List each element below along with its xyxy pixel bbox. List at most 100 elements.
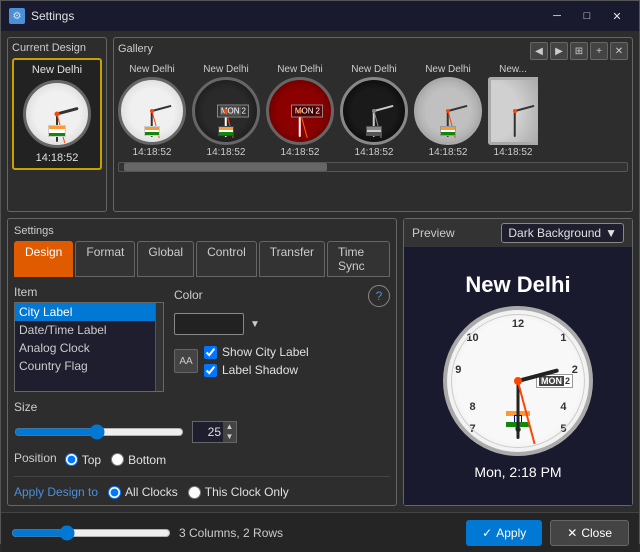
gallery-add-button[interactable]: +: [590, 42, 608, 60]
current-design-name: New Delhi: [32, 64, 82, 76]
size-decrement-button[interactable]: ▼: [223, 432, 236, 442]
list-item[interactable]: Date/Time Label: [15, 321, 155, 339]
help-button[interactable]: ?: [368, 285, 390, 307]
gallery-clock-silver: [414, 77, 482, 145]
scrollbar-thumb: [124, 163, 327, 171]
list-item[interactable]: New... 14:18:52: [488, 64, 538, 158]
preview-city-name: New Delhi: [465, 272, 570, 298]
show-city-checkbox[interactable]: [204, 346, 217, 359]
current-design-label: Current Design: [12, 42, 102, 54]
list-item[interactable]: New Delhi MON2 14:18:52: [266, 64, 334, 158]
all-clocks-radio[interactable]: [108, 486, 121, 499]
position-top-label: Top: [82, 453, 101, 467]
bottom-buttons: ✓ Apply ✕ Close: [466, 520, 629, 546]
settings-content: Item City Label Date/Time Label Analog C…: [14, 285, 390, 499]
item-label: Item: [14, 285, 164, 299]
settings-tabs: Design Format Global Control Transfer Ti…: [14, 241, 390, 277]
gallery-scrollbar[interactable]: [118, 162, 628, 172]
color-swatch[interactable]: [174, 313, 244, 335]
list-item[interactable]: New Delhi MON2: [192, 64, 260, 158]
item-listbox[interactable]: City Label Date/Time Label Analog Clock …: [14, 302, 164, 392]
preview-panel: Preview Dark Background ▼ New Delhi 12 1…: [403, 218, 633, 506]
gallery-items: New Delhi 14:18:52: [118, 64, 628, 158]
background-option: Dark Background: [508, 226, 601, 240]
preview-clock: 12 1 2 4 6 8 9 10 7 5: [443, 306, 593, 456]
gallery-nav: ◀ ▶ ⊞ + ✕: [530, 42, 628, 60]
position-top-option[interactable]: Top: [65, 453, 101, 467]
aa-button[interactable]: AA: [174, 349, 198, 373]
title-bar-left: ⚙ Settings: [9, 8, 74, 24]
tab-design[interactable]: Design: [14, 241, 73, 277]
gallery-item-name: New Delhi: [351, 64, 397, 75]
item-color-row: Item City Label Date/Time Label Analog C…: [14, 285, 390, 392]
position-bottom-radio[interactable]: [111, 453, 124, 466]
size-row: 25 ▲ ▼: [14, 421, 390, 443]
tab-global[interactable]: Global: [137, 241, 194, 277]
apply-design-label: Apply Design to: [14, 485, 98, 499]
size-section: Size 25 ▲ ▼: [14, 400, 390, 443]
columns-rows-info: 3 Columns, 2 Rows: [179, 526, 283, 540]
gallery-grid-button[interactable]: ⊞: [570, 42, 588, 60]
current-design-clock[interactable]: [23, 80, 91, 148]
columns-slider[interactable]: [11, 525, 171, 541]
color-row: ▼: [174, 313, 390, 335]
close-window-button[interactable]: ✕: [603, 6, 631, 26]
color-label: Color: [174, 288, 203, 302]
this-clock-option[interactable]: This Clock Only: [188, 485, 289, 499]
gallery-prev-button[interactable]: ◀: [530, 42, 548, 60]
minimize-button[interactable]: ─: [543, 6, 571, 26]
apply-check-icon: ✓: [482, 526, 492, 540]
background-dropdown-arrow: ▼: [605, 226, 617, 240]
close-button[interactable]: ✕ Close: [550, 520, 629, 546]
gallery-clock-red: MON2: [266, 77, 334, 145]
size-slider[interactable]: [14, 424, 184, 440]
gallery-item-time: 14:18:52: [494, 147, 533, 158]
preview-content: New Delhi 12 1 2 4 6 8 9 10: [404, 247, 632, 505]
listbox-scrollbar[interactable]: [155, 303, 163, 391]
tab-transfer[interactable]: Transfer: [259, 241, 325, 277]
size-spin-buttons: ▲ ▼: [223, 422, 236, 442]
preview-time: Mon, 2:18 PM: [474, 464, 561, 480]
main-content: Current Design New Delhi 1: [1, 31, 639, 512]
maximize-button[interactable]: □: [573, 6, 601, 26]
preview-header: Preview Dark Background ▼: [404, 219, 632, 247]
this-clock-radio[interactable]: [188, 486, 201, 499]
position-bottom-option[interactable]: Bottom: [111, 453, 166, 467]
label-shadow-checkbox[interactable]: [204, 364, 217, 377]
close-x-icon: ✕: [567, 526, 577, 540]
close-label: Close: [581, 526, 612, 540]
gallery-item-name: New Delhi: [425, 64, 471, 75]
gallery-item-name: New Delhi: [129, 64, 175, 75]
tab-timesync[interactable]: Time Sync: [327, 241, 390, 277]
size-input[interactable]: 25: [193, 424, 223, 440]
bottom-slider-area: 3 Columns, 2 Rows: [11, 525, 466, 541]
clock-center-dot: [514, 377, 522, 385]
list-item[interactable]: Analog Clock: [15, 339, 155, 357]
apply-label: Apply: [496, 526, 526, 540]
tab-control[interactable]: Control: [196, 241, 257, 277]
gallery-item-name: New Delhi: [203, 64, 249, 75]
background-dropdown[interactable]: Dark Background ▼: [501, 223, 624, 243]
current-design-panel: Current Design New Delhi 1: [7, 37, 107, 212]
settings-window: ⚙ Settings ─ □ ✕ Current Design New Delh…: [0, 0, 640, 544]
label-shadow-row: Label Shadow: [204, 363, 309, 377]
large-clock-face: 12 1 2 4 6 8 9 10 7 5: [443, 306, 593, 456]
current-design-time: 14:18:52: [36, 152, 79, 164]
apply-design-row: Apply Design to All Clocks This Clock On…: [14, 476, 390, 499]
gallery-remove-button[interactable]: ✕: [610, 42, 628, 60]
position-row: Position Top Bottom: [14, 451, 390, 468]
list-item[interactable]: New Delhi 14:18:52: [340, 64, 408, 158]
window-title: Settings: [31, 9, 74, 23]
position-top-radio[interactable]: [65, 453, 78, 466]
color-dropdown-arrow: ▼: [250, 319, 260, 330]
all-clocks-option[interactable]: All Clocks: [108, 485, 178, 499]
list-item[interactable]: City Label: [15, 303, 155, 321]
gallery-header: Gallery ◀ ▶ ⊞ + ✕: [118, 42, 628, 60]
apply-button[interactable]: ✓ Apply: [466, 520, 542, 546]
tab-format[interactable]: Format: [75, 241, 135, 277]
list-item[interactable]: Country Flag: [15, 357, 155, 375]
size-increment-button[interactable]: ▲: [223, 422, 236, 432]
gallery-next-button[interactable]: ▶: [550, 42, 568, 60]
list-item[interactable]: New Delhi 14:18:52: [118, 64, 186, 158]
list-item[interactable]: New Delhi 14:18:52: [414, 64, 482, 158]
